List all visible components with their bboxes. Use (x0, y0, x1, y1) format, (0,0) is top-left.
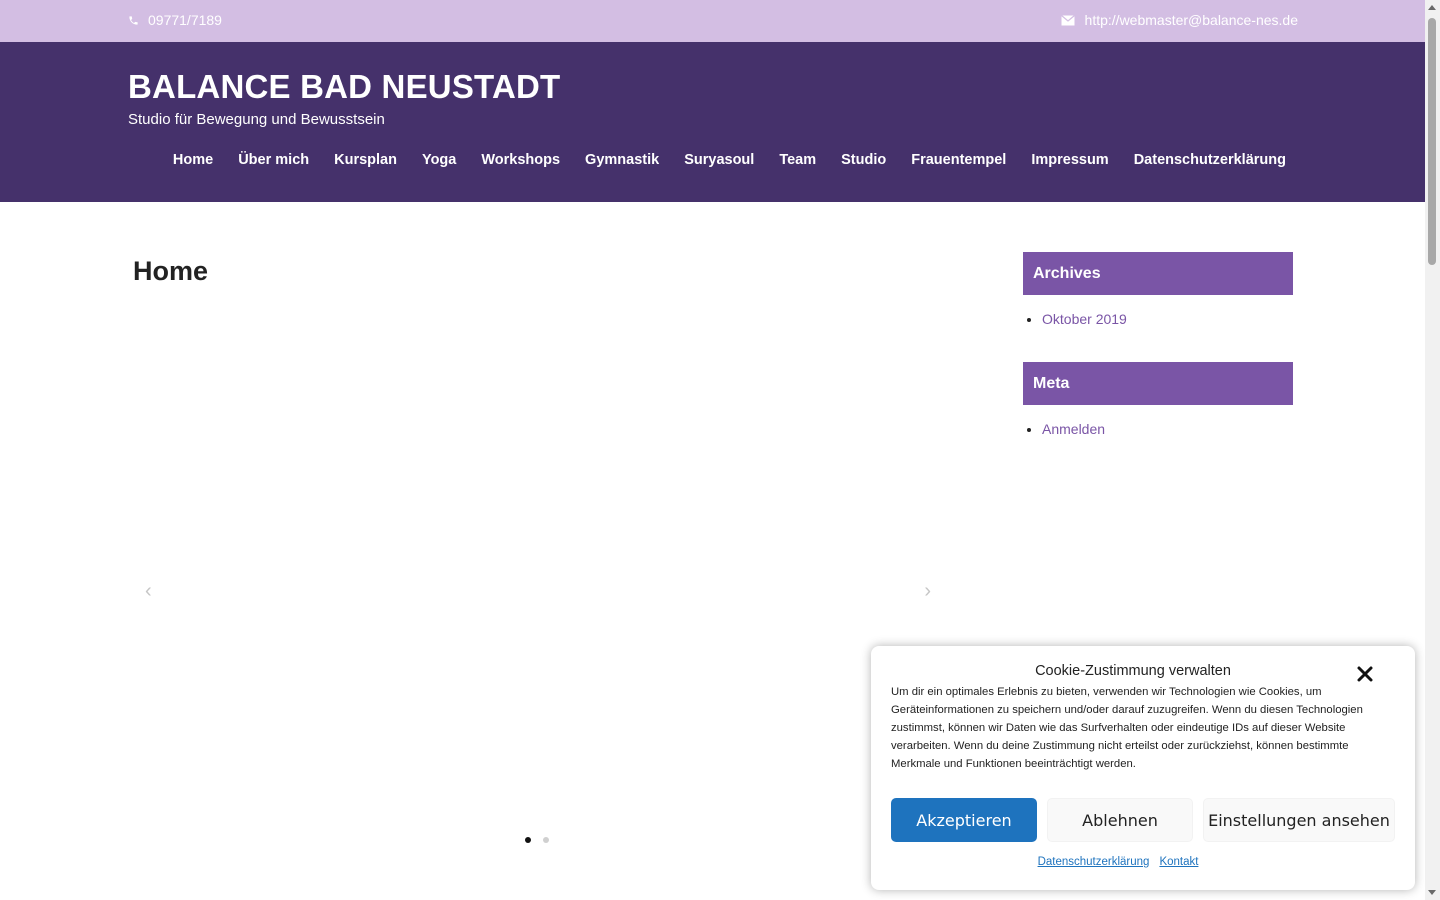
nav-workshops[interactable]: Workshops (481, 152, 560, 168)
archive-link-oktober-2019[interactable]: Oktober 2019 (1042, 311, 1127, 327)
cookie-links: Datenschutzerklärung Kontakt (871, 856, 1365, 868)
mail-icon (1060, 14, 1075, 26)
nav-suryasoul[interactable]: Suryasoul (684, 152, 754, 168)
nav-datenschutz[interactable]: Datenschutzerklärung (1134, 152, 1286, 168)
phone-number: 09771/7189 (148, 12, 222, 28)
cookie-dialog-title: Cookie-Zustimmung verwalten (1035, 663, 1231, 679)
site-tagline: Studio für Bewegung und Bewusstsein (128, 111, 385, 128)
meta-title: Meta (1023, 362, 1293, 405)
login-link[interactable]: Anmelden (1042, 421, 1105, 437)
nav-kursplan[interactable]: Kursplan (334, 152, 397, 168)
nav-ueber-mich[interactable]: Über mich (238, 152, 309, 168)
site-header: BALANCE BAD NEUSTADT Studio für Bewegung… (0, 42, 1425, 202)
image-slider: ‹ › (133, 300, 943, 860)
archives-widget: Archives Oktober 2019 (1023, 252, 1293, 327)
slider-prev-button[interactable]: ‹ (145, 580, 152, 603)
nav-impressum[interactable]: Impressum (1031, 152, 1108, 168)
cookie-dialog-text: Um dir ein optimales Erlebnis zu bieten,… (891, 686, 1363, 770)
email-address: http://webmaster@balance-nes.de (1084, 12, 1298, 28)
page-title: Home (133, 256, 209, 286)
contact-link[interactable]: Kontakt (1159, 856, 1198, 868)
nav-home[interactable]: Home (173, 152, 213, 168)
phone-icon (128, 15, 139, 26)
scrollbar-thumb[interactable] (1428, 18, 1436, 265)
top-bar: 09771/7189 http://webmaster@balance-nes.… (0, 0, 1425, 42)
main-nav: Home Über mich Kursplan Yoga Workshops G… (173, 152, 1286, 168)
slider-next-button[interactable]: › (924, 580, 931, 603)
slider-dots (525, 837, 549, 843)
cookie-consent-dialog: Cookie-Zustimmung verwalten Um dir ein o… (871, 646, 1415, 890)
nav-yoga[interactable]: Yoga (422, 152, 456, 168)
scroll-down-icon[interactable] (1428, 890, 1436, 895)
nav-studio[interactable]: Studio (841, 152, 886, 168)
nav-gymnastik[interactable]: Gymnastik (585, 152, 659, 168)
accept-button[interactable]: Akzeptieren (891, 798, 1037, 842)
phone-contact[interactable]: 09771/7189 (128, 12, 222, 28)
meta-widget: Meta Anmelden (1023, 362, 1293, 437)
page-scrollbar[interactable] (1425, 0, 1440, 900)
list-item: Anmelden (1042, 421, 1293, 437)
list-item: Oktober 2019 (1042, 311, 1293, 327)
site-title[interactable]: BALANCE BAD NEUSTADT (128, 68, 560, 106)
close-icon[interactable] (1355, 664, 1375, 684)
scroll-up-icon[interactable] (1428, 5, 1436, 10)
archives-title: Archives (1023, 252, 1293, 295)
nav-frauentempel[interactable]: Frauentempel (911, 152, 1006, 168)
email-contact[interactable]: http://webmaster@balance-nes.de (1060, 12, 1298, 28)
nav-team[interactable]: Team (779, 152, 816, 168)
slider-dot-1[interactable] (525, 837, 531, 843)
view-settings-button[interactable]: Einstellungen ansehen (1203, 798, 1395, 842)
deny-button[interactable]: Ablehnen (1047, 798, 1193, 842)
privacy-policy-link[interactable]: Datenschutzerklärung (1038, 856, 1150, 868)
slider-dot-2[interactable] (543, 837, 549, 843)
